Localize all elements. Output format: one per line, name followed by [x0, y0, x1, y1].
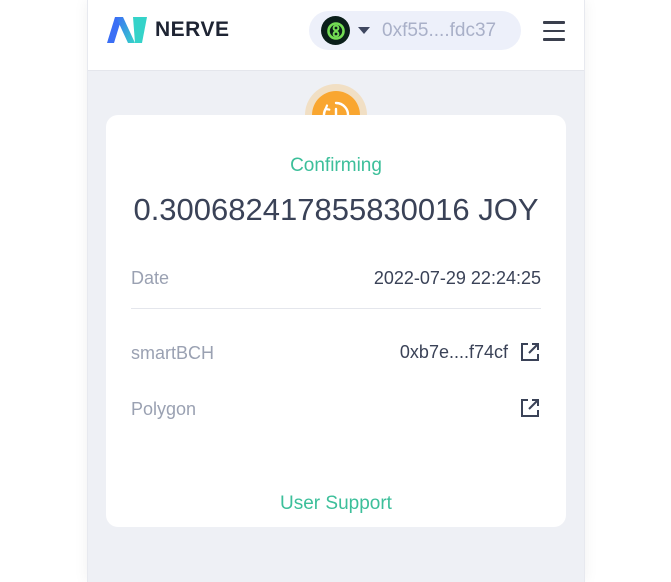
nerve-logo-icon [107, 17, 147, 43]
from-chain-label: smartBCH [131, 343, 215, 363]
header: NERVE 0xf55....fdc37 [88, 0, 584, 71]
transaction-status: Confirming [290, 155, 382, 176]
brand-logo[interactable]: NERVE [107, 17, 229, 43]
app-frame: NERVE 0xf55....fdc37 Confirming 0.300682… [87, 0, 585, 582]
brand-name: NERVE [155, 18, 230, 41]
account-selector[interactable]: 0xf55....fdc37 [309, 11, 521, 50]
hamburger-menu-icon[interactable] [543, 21, 565, 41]
transaction-amount: 0.300682417855830016 JOY [133, 192, 539, 227]
smartbch-logo-icon [321, 16, 350, 45]
transaction-card: Confirming 0.300682417855830016 JOY Date… [106, 115, 566, 527]
date-value: 2022-07-29 22:24:25 [373, 268, 541, 288]
account-address: 0xf55....fdc37 [382, 19, 497, 41]
to-tx-hash-row [508, 397, 541, 419]
user-support-link[interactable]: User Support [106, 493, 566, 515]
to-chain-label: Polygon [131, 399, 197, 419]
external-link-icon[interactable] [519, 341, 541, 363]
caret-down-icon[interactable] [358, 27, 370, 34]
from-tx-hash-row: 0xb7e....f74cf [400, 341, 541, 363]
from-tx-hash[interactable]: 0xb7e....f74cf [400, 342, 508, 363]
divider [131, 308, 541, 309]
external-link-icon[interactable] [519, 397, 541, 419]
date-label: Date [131, 268, 170, 288]
